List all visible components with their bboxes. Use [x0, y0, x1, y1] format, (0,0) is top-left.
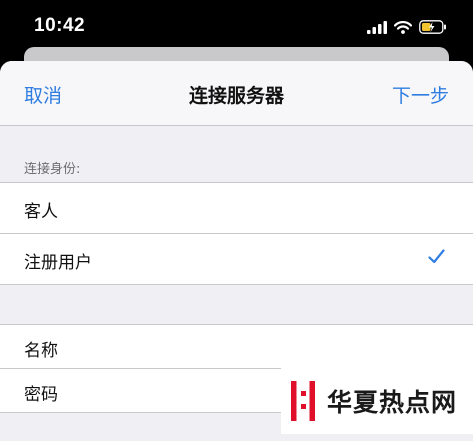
- name-field[interactable]: 名称: [0, 325, 473, 368]
- option-label: 客人: [24, 202, 58, 222]
- status-time: 10:42: [34, 15, 86, 36]
- watermark-logo-icon: [289, 379, 317, 423]
- field-label: 名称: [24, 341, 58, 361]
- wifi-icon: [393, 19, 413, 38]
- checkmark-icon: [428, 248, 445, 269]
- field-label: 密码: [24, 385, 58, 405]
- watermark: 华夏热点网: [281, 367, 473, 434]
- option-guest[interactable]: 客人: [0, 183, 473, 233]
- watermark-text: 华夏热点网: [327, 387, 458, 417]
- connect-as-group: 客人 注册用户: [0, 182, 473, 285]
- status-icons: [367, 19, 447, 38]
- option-label: 注册用户: [24, 253, 92, 273]
- battery-charging-icon: [419, 19, 447, 38]
- signal-icon: [367, 19, 387, 38]
- option-registered-user[interactable]: 注册用户: [0, 233, 473, 284]
- next-button[interactable]: 下一步: [392, 81, 449, 108]
- navigation-bar: 取消 连接服务器 下一步: [0, 61, 473, 126]
- connect-as-label: 连接身份:: [24, 162, 81, 177]
